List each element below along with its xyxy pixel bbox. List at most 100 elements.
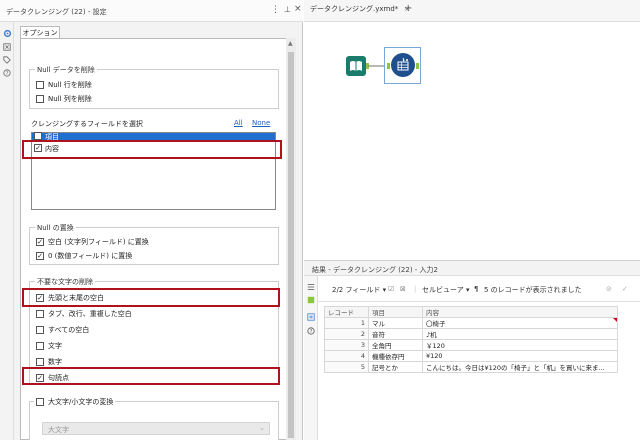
list-icon[interactable] (306, 282, 316, 292)
tab-workflow[interactable]: データクレンジング.yxmd* × (310, 4, 410, 18)
all-whitespace-option[interactable]: すべての空白 (36, 325, 89, 335)
cell-content[interactable]: こんにちは。今日は¥120の「椅子」と「机」を買いに来ま... (422, 361, 618, 373)
data-grid-icon[interactable] (306, 295, 316, 305)
table-row[interactable]: 4 機種依存円 ¥120 (324, 350, 618, 362)
config-title: データクレンジング (22) - 設定 (6, 8, 107, 16)
toolbar-divider: | (414, 285, 417, 293)
tabs-newlines-checkbox[interactable] (36, 310, 44, 318)
field-select-title: クレンジングするフィールドを選択 (31, 120, 143, 128)
null-rows-label: Null 行を削除 (48, 81, 92, 89)
case-convert-option[interactable]: 大文字/小文字の変換 (34, 397, 116, 407)
results-grid[interactable]: レコード 項目 内容 1 マル 〇椅子 2 音符 ♪机 3 全角円 ￥120 4… (324, 306, 618, 373)
cell-item[interactable]: マル (368, 317, 423, 329)
cell-item[interactable]: 機種依存円 (368, 350, 423, 362)
numbers-label: 数字 (48, 358, 62, 366)
table-row[interactable]: 5 記号とか こんにちは。今日は¥120の「椅子」と「机」を買いに来ま... (324, 361, 618, 373)
numbers-checkbox[interactable] (36, 358, 44, 366)
results-side-rail: ? (304, 276, 318, 440)
field-item-checkbox[interactable] (34, 132, 42, 140)
cell-item[interactable]: 全角円 (368, 339, 423, 351)
more-options-icon[interactable]: ⋮ (271, 5, 280, 15)
results-header: 結果 - データクレンジング (22) - 入力2 (304, 260, 640, 276)
grid-header-row: レコード 項目 内容 (324, 306, 618, 318)
letters-checkbox[interactable] (36, 342, 44, 350)
highlight-box-punctuation (22, 367, 280, 385)
cell-item[interactable]: 記号とか (368, 361, 423, 373)
column-header-record[interactable]: レコード (324, 306, 369, 318)
cell-content[interactable]: ♪机 (422, 328, 618, 340)
cell-item[interactable]: 音符 (368, 328, 423, 340)
cell-content[interactable]: ¥120 (422, 350, 618, 362)
help-icon[interactable]: ? (306, 326, 316, 336)
data-cleansing-node[interactable] (391, 53, 415, 77)
null-columns-checkbox[interactable] (36, 95, 44, 103)
replace-blank-checkbox[interactable]: ✓ (36, 238, 44, 246)
results-toolbar: 2/2 フィールド ▾ ☑ ⊠ | セルビューア ▾ ¶ 5 のレコードが表示さ… (318, 276, 640, 302)
results-title: 結果 - データクレンジング (22) - 入力2 (312, 266, 438, 274)
letters-option[interactable]: 文字 (36, 341, 62, 351)
null-columns-label: Null 列を削除 (48, 95, 92, 103)
fields-dropdown-label: 2/2 フィールド (332, 286, 381, 294)
null-columns-option[interactable]: Null 列を削除 (36, 94, 92, 104)
null-remove-group: Null データを削除 Null 行を削除 Null 列を削除 (29, 65, 279, 109)
config-side-rail: ? (0, 22, 14, 440)
select-all-link[interactable]: All (234, 119, 243, 127)
pilcrow-icon[interactable]: ¶ (474, 285, 478, 293)
replace-zero-checkbox[interactable]: ✓ (36, 252, 44, 260)
apply-check-icon[interactable]: ✓ (622, 285, 628, 293)
field-select-header: クレンジングするフィールドを選択 All None (31, 119, 281, 129)
pin-icon[interactable]: ⊥ (284, 5, 291, 14)
row-number: 5 (324, 361, 369, 373)
clear-icon[interactable]: ⊠ (400, 285, 406, 293)
tabs-newlines-option[interactable]: タブ、改行、重複した空白 (36, 309, 132, 319)
replace-blank-label: 空白 (文字列フィールド) に置換 (48, 238, 149, 246)
add-tab-icon[interactable]: + (404, 3, 412, 14)
table-row[interactable]: 2 音符 ♪机 (324, 328, 618, 340)
null-rows-option[interactable]: Null 行を削除 (36, 80, 92, 90)
workflow-tab-label: データクレンジング.yxmd* (310, 5, 399, 13)
scroll-up-icon[interactable]: ▲ (288, 40, 293, 47)
cancel-icon[interactable]: ⊘ (606, 285, 612, 293)
gear-icon[interactable] (2, 28, 12, 38)
metadata-icon[interactable] (306, 312, 316, 322)
options-scrollbar[interactable]: ▲ (286, 38, 296, 440)
cell-viewer-dropdown[interactable]: セルビューア ▾ (422, 285, 469, 295)
annotation-icon[interactable] (2, 42, 12, 52)
close-icon[interactable]: × (294, 4, 302, 14)
help-icon[interactable]: ? (2, 68, 12, 78)
replace-zero-option[interactable]: ✓ 0 (数値フィールド) に置換 (36, 251, 132, 261)
input-anchor[interactable] (387, 63, 390, 69)
chevron-down-icon: ⌄ (259, 424, 265, 432)
book-icon (350, 61, 362, 71)
column-header-item[interactable]: 項目 (368, 306, 423, 318)
null-remove-title: Null データを削除 (35, 65, 97, 75)
case-select[interactable]: 大文字 ⌄ (42, 422, 270, 435)
numbers-option[interactable]: 数字 (36, 357, 62, 367)
cell-content[interactable]: ￥120 (422, 339, 618, 351)
case-convert-checkbox[interactable] (36, 398, 44, 406)
cleanse-icon (397, 57, 409, 71)
input-tool-node[interactable] (346, 56, 366, 76)
cell-content-text: 〇椅子 (426, 320, 446, 328)
replace-blank-option[interactable]: ✓ 空白 (文字列フィールド) に置換 (36, 237, 149, 247)
output-anchor[interactable] (416, 63, 419, 69)
scroll-thumb[interactable] (288, 52, 294, 438)
case-convert-label: 大文字/小文字の変換 (48, 398, 114, 406)
table-row[interactable]: 3 全角円 ￥120 (324, 339, 618, 351)
row-number: 1 (324, 317, 369, 329)
cell-content[interactable]: 〇椅子 (422, 317, 618, 329)
cell-viewer-label: セルビューア (422, 286, 464, 294)
table-row[interactable]: 1 マル 〇椅子 (324, 317, 618, 329)
column-header-content[interactable]: 内容 (422, 306, 618, 318)
flag-marker-icon (613, 318, 617, 322)
row-number: 3 (324, 339, 369, 351)
all-whitespace-checkbox[interactable] (36, 326, 44, 334)
check-icon[interactable]: ☑ (388, 285, 394, 293)
select-none-link[interactable]: None (252, 119, 270, 127)
fields-dropdown[interactable]: 2/2 フィールド ▾ (332, 285, 386, 295)
null-replace-group: Null の置換 ✓ 空白 (文字列フィールド) に置換 ✓ 0 (数値フィール… (29, 223, 279, 265)
null-rows-checkbox[interactable] (36, 81, 44, 89)
tag-icon[interactable] (2, 55, 12, 65)
highlight-box-content (22, 140, 282, 159)
row-number: 2 (324, 328, 369, 340)
